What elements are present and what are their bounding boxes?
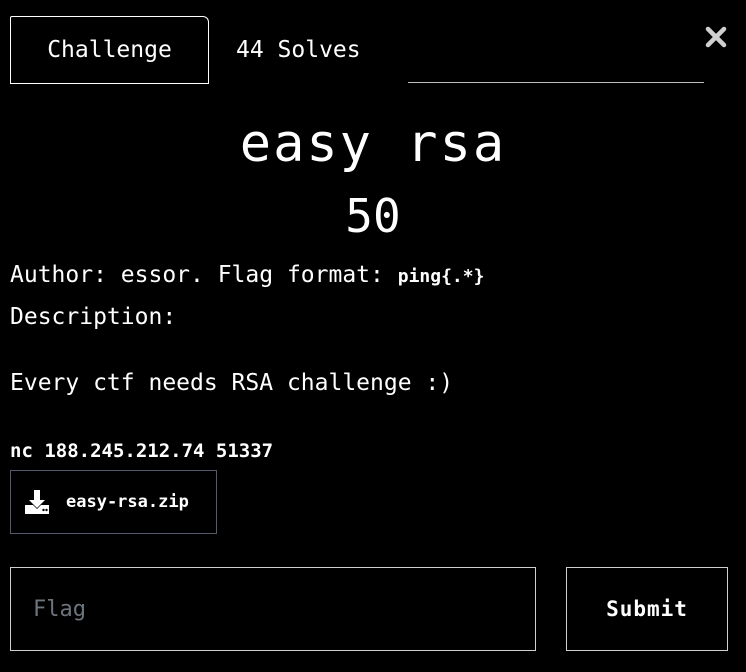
- flag-input[interactable]: [10, 567, 536, 651]
- tab-challenge[interactable]: Challenge: [10, 16, 209, 84]
- challenge-title: easy rsa: [239, 114, 507, 174]
- connection-info: nc 188.245.212.74 51337: [10, 440, 274, 462]
- flag-format-code: ping{.*}: [397, 266, 485, 287]
- download-file-button[interactable]: easy-rsa.zip: [10, 470, 217, 534]
- close-icon[interactable]: [704, 25, 728, 49]
- author-text: Author: essor. Flag format:: [10, 262, 398, 288]
- tab-solves[interactable]: 44 Solves: [236, 16, 361, 84]
- download-file-label: easy-rsa.zip: [66, 492, 189, 512]
- challenge-points: 50: [345, 189, 401, 243]
- download-icon: [25, 490, 49, 514]
- tabs-divider: [408, 82, 704, 83]
- description-label: Description:: [10, 304, 177, 330]
- tab-solves-label: 44 Solves: [236, 37, 361, 63]
- author-line: Author: essor. Flag format: ping{.*}: [10, 258, 484, 294]
- description-text: Every ctf needs RSA challenge :): [10, 370, 454, 396]
- tab-challenge-label: Challenge: [47, 37, 172, 63]
- submit-button[interactable]: Submit: [566, 567, 728, 651]
